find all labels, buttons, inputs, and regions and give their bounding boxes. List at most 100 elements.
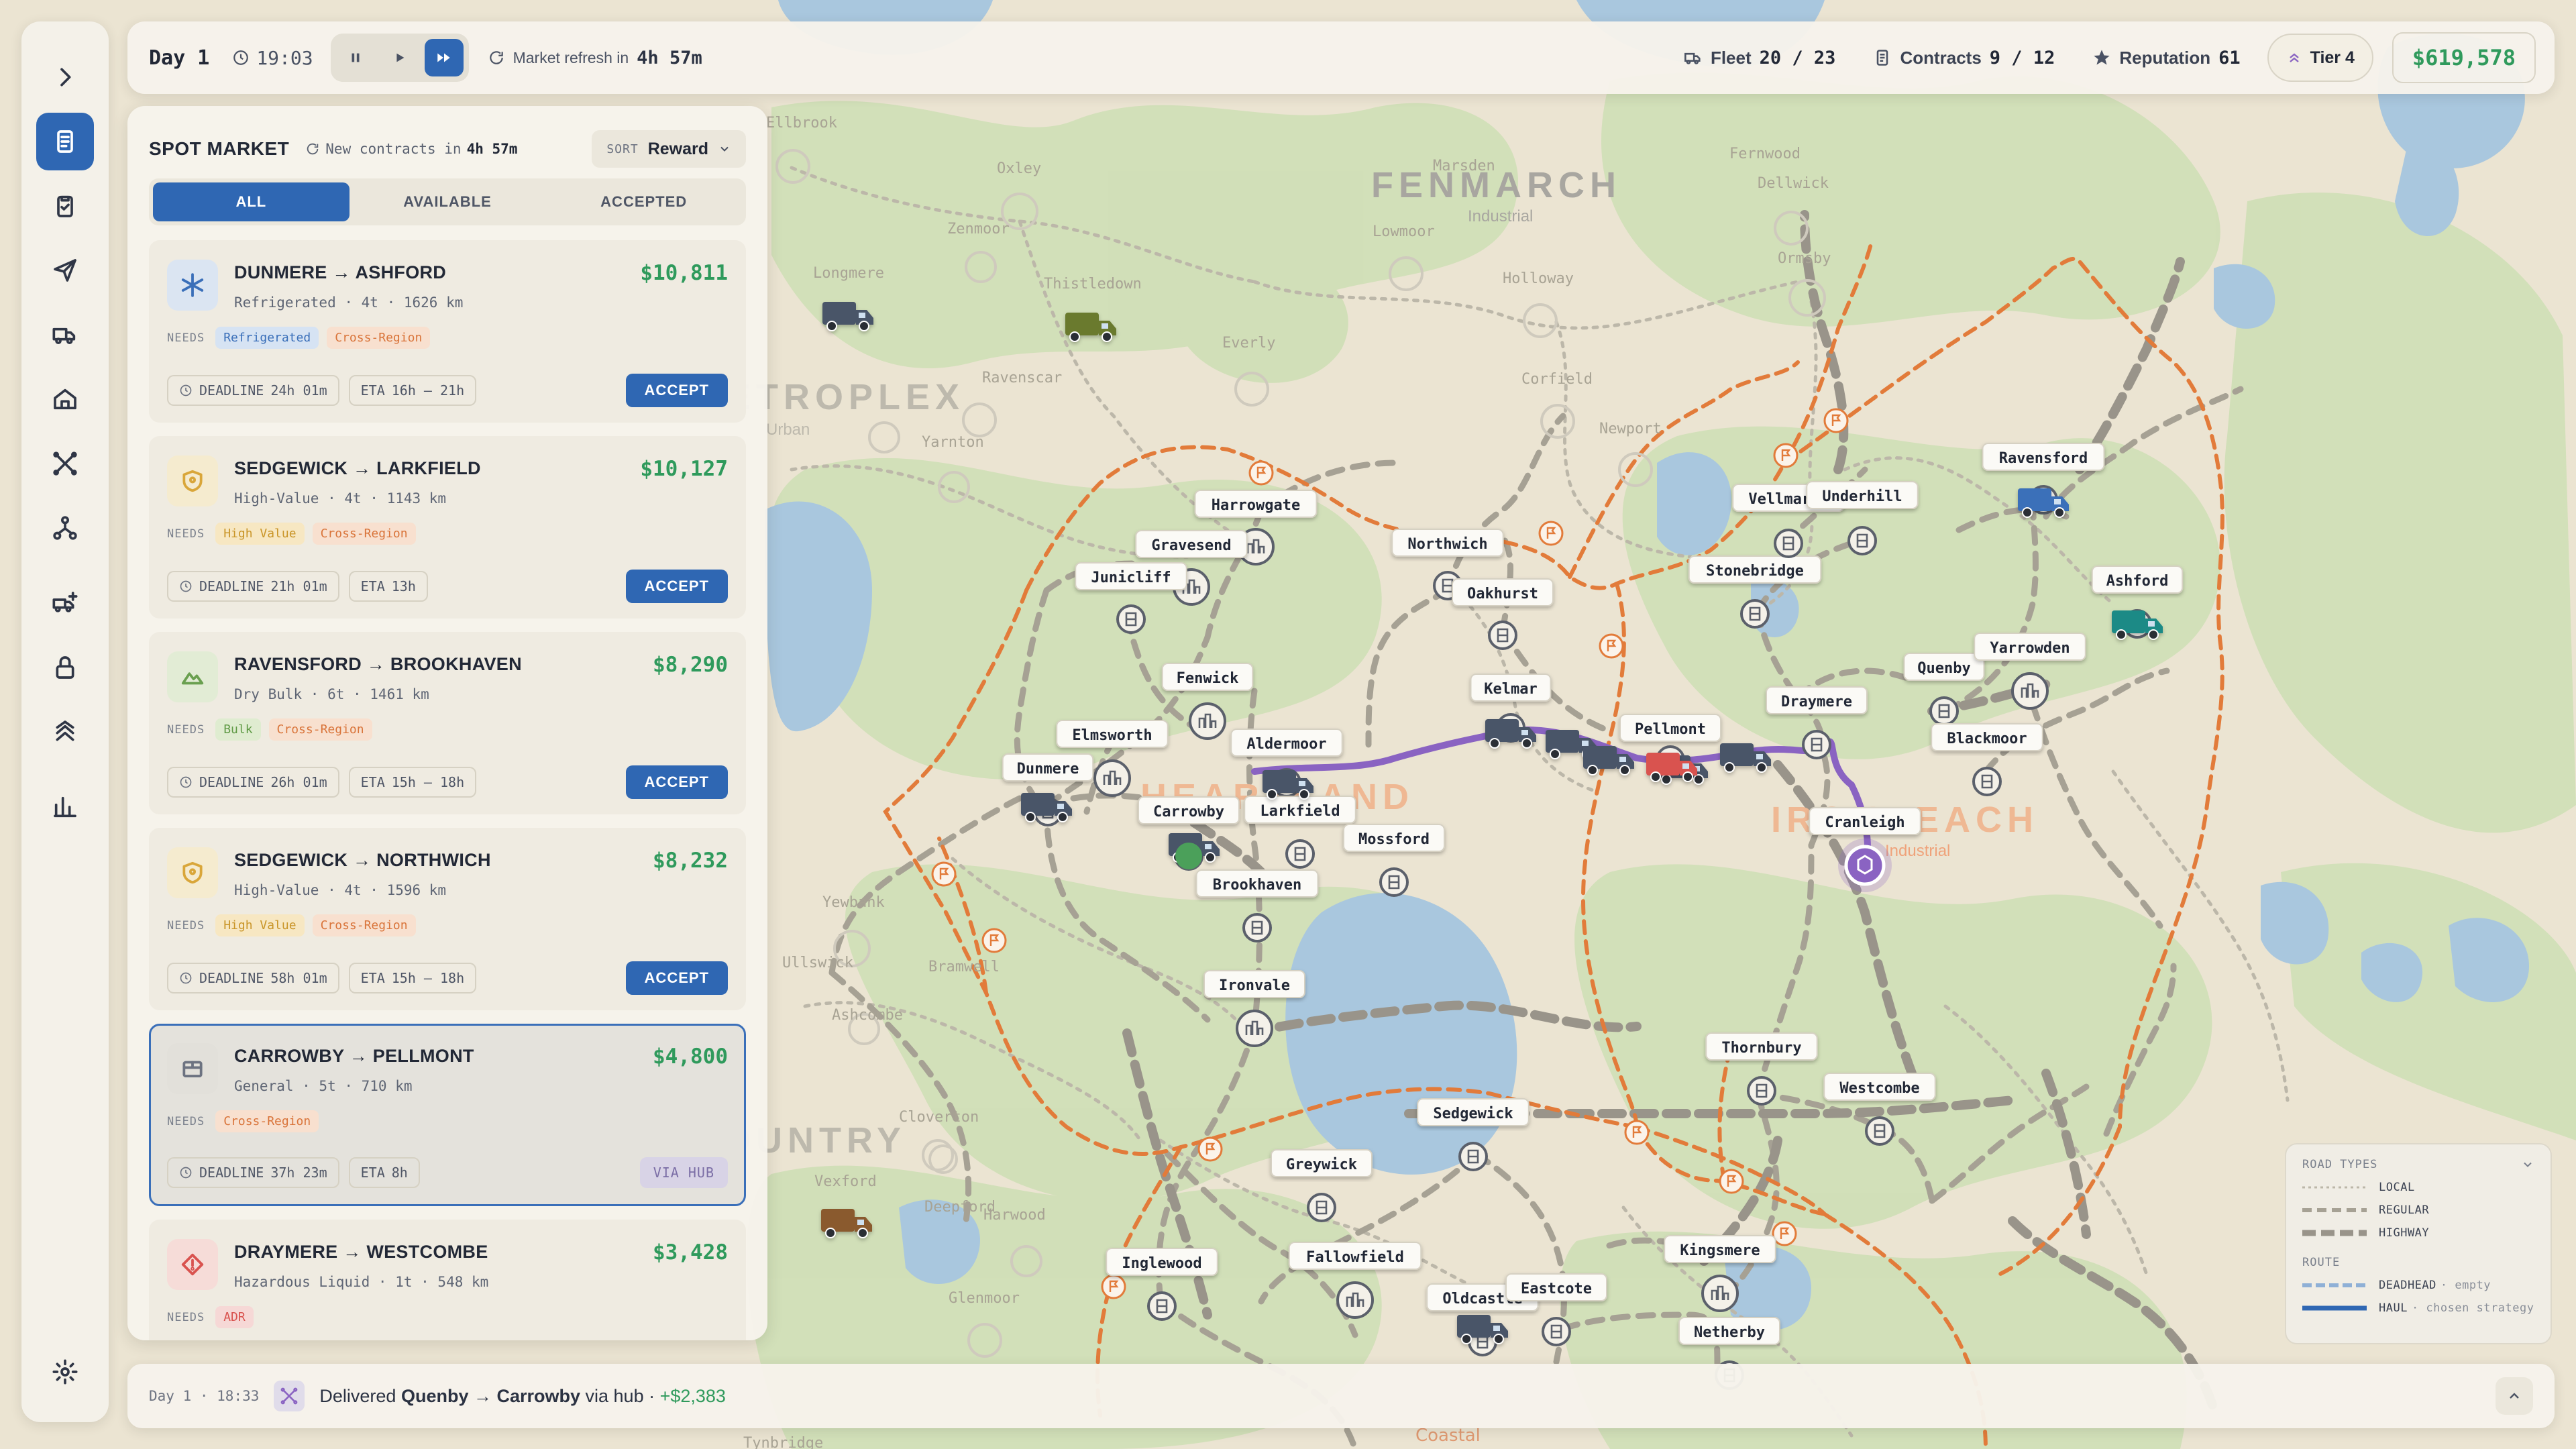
accept-button[interactable]: ACCEPT <box>625 765 728 799</box>
contract-card[interactable]: RAVENSFORD → BROOKHAVEN Dry Bulk · 6t · … <box>149 632 746 814</box>
svg-text:Dellwick: Dellwick <box>1758 175 1829 192</box>
expand-rail-button[interactable] <box>36 48 94 106</box>
eta-pill: ETA 15h – 18h <box>348 963 477 994</box>
eta-value: 8h <box>391 1165 408 1181</box>
svg-text:Tynbridge: Tynbridge <box>743 1435 823 1449</box>
city-label: Ravensford <box>1999 450 2088 467</box>
rail-add-vehicle-button[interactable] <box>36 574 94 632</box>
chevron-up-icon <box>2510 1393 2519 1399</box>
svg-text:Longmere: Longmere <box>813 265 884 282</box>
fast-forward-button[interactable] <box>424 39 464 76</box>
city-label: Draymere <box>1781 694 1852 710</box>
contract-route: DUNMERE → ASHFORD <box>234 262 447 282</box>
rail-lock-button[interactable] <box>36 639 94 696</box>
tab-available[interactable]: AVAILABLE <box>350 182 546 221</box>
refresh-icon <box>307 143 319 155</box>
deadline-pill: DEADLINE 58h 01m <box>167 963 339 994</box>
contract-card[interactable]: CARROWBY → PELLMONT General · 5t · 710 k… <box>149 1024 746 1206</box>
city-warehouse-node[interactable] <box>1336 1281 1374 1319</box>
border-crossing-flag <box>1772 1221 1797 1246</box>
reputation-stat[interactable]: Reputation 61 <box>2092 48 2241 68</box>
accept-button[interactable]: ACCEPT <box>625 570 728 603</box>
contract-needs: NEEDS Bulk Cross-Region <box>167 718 372 741</box>
contract-card[interactable]: DRAYMERE → WESTCOMBE Hazardous Liquid · … <box>149 1220 746 1340</box>
contract-footer: DEADLINE 21h 01m ETA 13h ACCEPT <box>167 570 728 603</box>
city-label: Larkfield <box>1260 803 1340 820</box>
expand-log-button[interactable] <box>2496 1377 2533 1415</box>
legend-road-types-title: ROAD TYPES <box>2302 1158 2378 1171</box>
map-legend[interactable]: ROAD TYPES LOCAL REGULAR HIGHWAY ROUTE D… <box>2285 1143 2552 1344</box>
contract-meta: Refrigerated · 4t · 1626 km <box>234 294 464 311</box>
city-label: Carrowby <box>1153 804 1224 820</box>
hazard-icon <box>181 1253 204 1276</box>
border-crossing-flag <box>1823 408 1849 433</box>
rail-contracts-button[interactable] <box>36 113 94 170</box>
accept-button[interactable]: ACCEPT <box>625 961 728 995</box>
svg-text:Ellbrook: Ellbrook <box>766 115 837 131</box>
rail-network-button[interactable] <box>36 499 94 557</box>
city-warehouse-node[interactable] <box>1189 702 1226 740</box>
contract-card[interactable]: SEDGEWICK → NORTHWICH High-Value · 4t · … <box>149 828 746 1010</box>
border-crossing-flag <box>1719 1169 1744 1194</box>
rail-upgrades-button[interactable] <box>36 703 94 761</box>
city-cranleigh[interactable]: Cranleigh <box>1809 807 1921 835</box>
contracts-value: 9 / 12 <box>1989 47 2055 68</box>
needs-label: NEEDS <box>167 527 205 541</box>
contract-route: CARROWBY → PELLMONT <box>234 1046 474 1066</box>
tab-accepted[interactable]: ACCEPTED <box>545 182 742 221</box>
contract-card[interactable]: SEDGEWICK → LARKFIELD High-Value · 4t · … <box>149 436 746 619</box>
rail-accepted-button[interactable] <box>36 177 94 235</box>
rail-dispatch-button[interactable] <box>36 241 94 299</box>
rail-depot-button[interactable] <box>36 370 94 428</box>
event-log-bar[interactable]: Day 1 · 18:33 Delivered Quenby → Carrowb… <box>127 1364 2555 1428</box>
log-message: Delivered Quenby → Carrowby via hub · +$… <box>319 1386 726 1407</box>
new-contracts-timer: New contracts in 4h 57m <box>305 141 517 157</box>
city-warehouse-node[interactable] <box>1093 759 1131 797</box>
deadline-label: DEADLINE <box>199 774 264 790</box>
contract-footer: DEADLINE 26h 01m ETA 15h – 18h ACCEPT <box>167 765 728 799</box>
city-label: Ashford <box>2106 573 2169 590</box>
city-label: Greywick <box>1286 1157 1357 1173</box>
city-label: Oakhurst <box>1467 586 1538 602</box>
need-chip: Cross-Region <box>327 327 431 349</box>
eta-label: ETA <box>360 578 385 594</box>
rail-fleet-button[interactable] <box>36 306 94 364</box>
city-warehouse-node[interactable] <box>1701 1275 1739 1312</box>
border-crossing-flag <box>1248 460 1274 486</box>
sort-dropdown[interactable]: SORT Reward <box>592 130 746 168</box>
rail-stats-button[interactable] <box>36 778 94 836</box>
region-metroplex-sub: Urban <box>766 421 810 439</box>
contract-needs: NEEDS Cross-Region <box>167 1110 319 1132</box>
log-route: Quenby → Carrowby <box>400 1385 580 1406</box>
deadline-value: 37h 23m <box>270 1165 327 1181</box>
border-crossing-flag <box>1773 443 1799 468</box>
tier-badge[interactable]: Tier 4 <box>2267 34 2373 82</box>
deadline-label: DEADLINE <box>199 970 264 986</box>
pause-button[interactable] <box>336 39 375 76</box>
rail-settings-button[interactable] <box>36 1343 94 1401</box>
svg-text:Yewbank: Yewbank <box>822 894 885 911</box>
fleet-stat[interactable]: Fleet 20 / 23 <box>1684 48 1835 68</box>
city-warehouse-node[interactable] <box>2011 672 2049 710</box>
contract-reward: $4,800 <box>653 1044 728 1069</box>
svg-text:Zenmoor: Zenmoor <box>947 221 1010 237</box>
city-label: Ironvale <box>1219 977 1290 994</box>
deadline-value: 58h 01m <box>270 970 327 986</box>
regular-road-swatch <box>2302 1208 2367 1212</box>
contracts-stat[interactable]: Contracts 9 / 12 <box>1873 48 2055 68</box>
region-sub-coastal: Coastal <box>1415 1426 1481 1446</box>
chevron-down-icon[interactable] <box>2521 1158 2534 1171</box>
deadline-pill: DEADLINE 24h 01m <box>167 375 339 406</box>
tab-all[interactable]: ALL <box>153 182 350 221</box>
contract-card[interactable]: DUNMERE → ASHFORD Refrigerated · 4t · 16… <box>149 240 746 423</box>
play-button[interactable] <box>380 39 419 76</box>
accept-button[interactable]: ACCEPT <box>625 374 728 407</box>
top-bar: Day 1 19:03 Market refresh in 4h 57m Fle… <box>127 21 2555 94</box>
rail-routes-button[interactable] <box>36 435 94 492</box>
city-warehouse-node[interactable] <box>1236 1010 1273 1047</box>
refresh-label: Market refresh in <box>513 48 629 66</box>
contract-reward: $8,290 <box>653 653 728 677</box>
fleet-value: 20 / 23 <box>1759 47 1836 68</box>
cranleigh-hub-marker[interactable] <box>1838 839 1892 892</box>
city-label: Netherby <box>1694 1324 1765 1341</box>
